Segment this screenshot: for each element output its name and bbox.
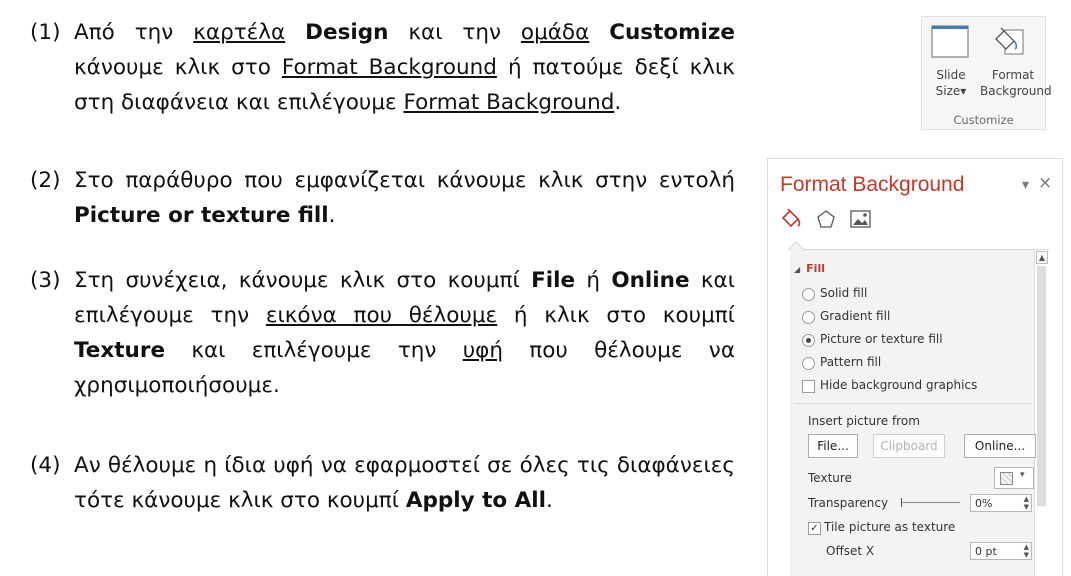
transparency-input[interactable]: 0% ▲ ▼	[970, 494, 1032, 512]
transparency-label: Transparency	[808, 496, 889, 510]
chevron-down-icon: ▾	[960, 84, 967, 98]
format-background-label-2: Background	[980, 84, 1052, 98]
slide-size-icon	[931, 25, 971, 64]
texture-swatch-icon	[1000, 472, 1013, 485]
step-number: (3)	[30, 268, 61, 293]
text-run: και επιλέγουμε την	[165, 338, 463, 363]
spinner-arrows-icon[interactable]: ▲ ▼	[1024, 543, 1029, 559]
text-run	[285, 20, 305, 45]
step-text: Από την καρτέλα Design και την ομάδα Cus…	[30, 15, 735, 120]
text-run: και την	[388, 20, 521, 45]
radio-solid-fill[interactable]	[802, 288, 815, 301]
tile-checkbox[interactable]: ✓	[808, 522, 821, 535]
divider	[794, 403, 1032, 404]
step-3: (3) Στη συνέχεια, κάνουμε κλικ στο κουμπ…	[30, 263, 735, 403]
step-number: (2)	[30, 168, 61, 193]
chevron-down-icon: ▾	[1020, 470, 1025, 480]
emphasis-text: File	[531, 268, 576, 293]
text-run: Από την	[74, 20, 194, 45]
group-label-customize: Customize	[953, 113, 1014, 127]
hide-bg-checkbox[interactable]	[802, 380, 815, 393]
underlined-text: Format Background	[403, 90, 615, 115]
hide-bg-label: Hide background graphics	[820, 378, 978, 392]
clipboard-button[interactable]: Clipboard	[873, 434, 945, 458]
spinner-arrows-icon[interactable]: ▲ ▼	[1024, 495, 1029, 511]
section-toggle-icon: ◢	[794, 265, 801, 274]
pane-title: Format Background	[780, 173, 965, 196]
scroll-thumb[interactable]	[1037, 266, 1046, 506]
step-number: (1)	[30, 20, 61, 45]
step-text: Αν θέλουμε η ίδια υφή να εφαρμοστεί σε ό…	[30, 448, 735, 518]
text-run	[589, 20, 609, 45]
text-run: Αν θέλουμε η ίδια υφή να εφαρμοστεί σε ό…	[74, 453, 735, 513]
ribbon-customize-group: Slide Size▾ Format Background Customize	[921, 16, 1052, 130]
text-run: .	[328, 203, 336, 228]
underlined-text: εικόνα που θέλουμε	[265, 303, 498, 328]
emphasis-text: Customize	[609, 20, 736, 45]
text-run: .	[546, 488, 553, 513]
step-text: Στο παράθυρο που εμφανίζεται κάνουμε κλι…	[30, 163, 735, 233]
fill-option-label: Gradient fill	[820, 309, 891, 323]
tile-label: Tile picture as texture	[824, 520, 956, 534]
fill-option-label: Solid fill	[820, 286, 868, 300]
emphasis-text: Apply to All	[405, 488, 547, 513]
format-background-label: Format	[991, 68, 1035, 82]
scroll-up-arrow[interactable]: ▲	[1036, 251, 1048, 264]
underlined-text: Format Background	[281, 55, 497, 80]
underlined-text: ομάδα	[520, 20, 590, 45]
text-run: Στο παράθυρο που εμφανίζεται κάνουμε κλι…	[74, 168, 735, 193]
format-background-icon	[991, 25, 1027, 62]
online-button[interactable]: Online...	[964, 434, 1036, 458]
offset-x-label: Offset X	[826, 544, 875, 558]
emphasis-text: Online	[611, 268, 690, 293]
step-number: (4)	[30, 453, 61, 478]
fill-option-label: Pattern fill	[820, 355, 882, 369]
slide-size-label: Slide	[936, 68, 966, 82]
slider-handle[interactable]	[901, 498, 902, 507]
underlined-text: καρτέλα	[193, 20, 286, 45]
tab-pointer	[788, 241, 804, 251]
radio-pattern-fill[interactable]	[802, 357, 815, 370]
emphasis-text: Texture	[74, 338, 166, 363]
step-2: (2) Στο παράθυρο που εμφανίζεται κάνουμε…	[30, 163, 735, 233]
fill-settings-panel: ▲ ◢ Fill Solid fill Gradient fill Picture…	[788, 241, 1049, 576]
texture-label: Texture	[808, 471, 852, 485]
text-run: .	[614, 90, 622, 115]
radio-picture-fill[interactable]	[802, 334, 815, 347]
text-run: ή κλικ στο κουμπί	[497, 303, 735, 328]
effects-icon[interactable]	[816, 209, 836, 233]
text-run: Στη συνέχεια, κάνουμε κλικ στο κουμπί	[74, 268, 532, 293]
transparency-slider[interactable]	[901, 498, 960, 507]
close-icon[interactable]: ×	[1038, 173, 1052, 193]
text-run: κάνουμε κλικ στο	[74, 55, 282, 80]
underlined-text: υφή	[462, 338, 503, 363]
offset-x-input[interactable]: 0 pt ▲ ▼	[970, 542, 1032, 560]
fill-icon[interactable]	[780, 207, 802, 233]
step-4: (4) Αν θέλουμε η ίδια υφή να εφαρμοστεί …	[30, 448, 735, 518]
emphasis-text: Design	[305, 20, 389, 45]
picture-icon[interactable]	[850, 209, 872, 233]
radio-gradient-fill[interactable]	[802, 311, 815, 324]
texture-dropdown[interactable]: ▾	[994, 467, 1034, 489]
slide-size-label-2: Size	[935, 84, 961, 98]
offset-x-value: 0 pt	[975, 545, 997, 558]
file-button[interactable]: File...	[808, 434, 858, 458]
fill-option-label: Picture or texture fill	[820, 332, 943, 346]
format-background-pane: Format Background ▾ × ▲ ◢ Fill Solid fil…	[767, 158, 1063, 576]
step-1: (1) Από την καρτέλα Design και την ομάδα…	[30, 15, 735, 120]
fill-section-header[interactable]: ◢ Fill	[794, 262, 825, 275]
section-label: Fill	[806, 262, 825, 275]
pane-options-button[interactable]: ▾	[1022, 177, 1029, 193]
emphasis-text: Picture or texture fill	[74, 203, 329, 228]
text-run: ή	[575, 268, 612, 293]
step-text: Στη συνέχεια, κάνουμε κλικ στο κουμπί Fi…	[30, 263, 735, 403]
transparency-value: 0%	[975, 497, 993, 510]
insert-from-label: Insert picture from	[808, 414, 920, 428]
scrollbar[interactable]: ▲	[1034, 250, 1049, 576]
